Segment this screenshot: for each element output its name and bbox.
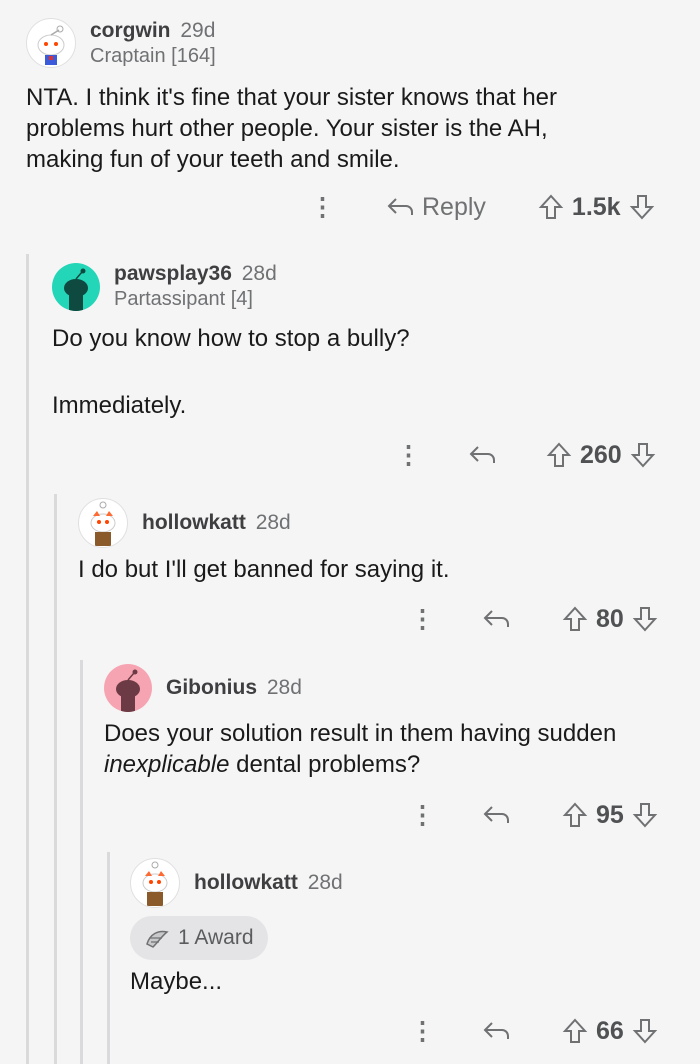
username[interactable]: corgwin [90, 19, 171, 42]
score: 260 [580, 440, 622, 469]
avatar-hollowkatt-icon[interactable] [130, 858, 180, 908]
thread-line-2 [54, 494, 57, 1064]
downvote-arrow-icon[interactable] [629, 194, 655, 220]
award-icon [146, 930, 169, 948]
user-flair: Partassipant [4] [114, 288, 253, 310]
comment-pawsplay36: pawsplay36 28d Partassipant [4] Do you k… [52, 262, 672, 421]
body-line: problems hurt other people. Your sister … [26, 115, 548, 142]
upvote-arrow-icon[interactable] [546, 442, 572, 468]
comment-age: 29d [180, 18, 216, 42]
comment-actions: ⋮ 95 [410, 800, 658, 830]
username[interactable]: Gibonius [166, 676, 257, 699]
upvote-arrow-icon[interactable] [562, 606, 588, 632]
upvote-arrow-icon[interactable] [562, 1018, 588, 1044]
more-icon[interactable]: ⋮ [310, 192, 335, 222]
username[interactable]: pawsplay36 [114, 262, 232, 285]
username[interactable]: hollowkatt [194, 871, 298, 894]
thread-line-1 [26, 254, 29, 1064]
score: 80 [596, 604, 624, 633]
score: 66 [596, 1016, 624, 1045]
reply-arrow-icon[interactable] [482, 608, 510, 630]
body-line: I do but I'll get banned for saying it. [78, 556, 450, 583]
reply-button[interactable]: Reply [386, 193, 486, 222]
award-count: 1 Award [178, 926, 254, 949]
vote-group: 1.5k [538, 193, 655, 222]
user-flair: Craptain [164] [90, 44, 216, 67]
username[interactable]: hollowkatt [142, 511, 246, 534]
body-line: inexplicable dental problems? [104, 749, 684, 780]
body-line: Immediately. [52, 392, 187, 419]
comment-body: Does your solution result in them having… [104, 718, 684, 780]
more-icon[interactable]: ⋮ [410, 1016, 435, 1046]
thread-line-3 [80, 660, 83, 1064]
vote-group: 260 [546, 441, 656, 470]
body-after: dental problems? [229, 751, 421, 778]
vote-group: 66 [562, 1017, 658, 1046]
upvote-arrow-icon[interactable] [562, 802, 588, 828]
reply-label: Reply [422, 192, 486, 221]
avatar-pawsplay36-icon[interactable] [52, 262, 100, 311]
comment-hollowkatt: hollowkatt 28d I do but I'll get banned … [78, 498, 678, 585]
comment-age: 28d [307, 871, 343, 894]
comment-actions: ⋮ 66 [410, 1016, 658, 1046]
comment-age: 28d [241, 262, 277, 285]
body-line: Does your solution result in them having… [104, 720, 617, 747]
downvote-arrow-icon[interactable] [630, 442, 656, 468]
downvote-arrow-icon[interactable] [632, 802, 658, 828]
score: 1.5k [571, 192, 621, 221]
comment-corgwin: corgwin 29d Craptain [164] NTA. I think … [26, 18, 686, 175]
comment-body: NTA. I think it's fine that your sister … [26, 82, 686, 175]
score: 95 [596, 800, 624, 829]
comment-hollowkatt-2: hollowkatt 28d 1 Award Maybe... [130, 858, 343, 997]
body-line: Do you know how to stop a bully? [52, 325, 410, 352]
body-line [52, 354, 672, 385]
comment-age: 28d [266, 676, 302, 699]
more-icon[interactable]: ⋮ [396, 440, 421, 470]
downvote-arrow-icon[interactable] [632, 606, 658, 632]
more-icon[interactable]: ⋮ [410, 604, 435, 634]
comment-body: Do you know how to stop a bully? Immedia… [52, 323, 672, 421]
award-pill[interactable]: 1 Award [130, 916, 268, 960]
reply-arrow-icon[interactable] [482, 804, 510, 826]
comment-actions: ⋮ 80 [410, 604, 658, 634]
upvote-arrow-icon[interactable] [538, 194, 564, 220]
comment-actions: ⋮ Reply 1.5k [310, 192, 655, 222]
avatar-hollowkatt-icon[interactable] [78, 498, 128, 548]
downvote-arrow-icon[interactable] [632, 1018, 658, 1044]
thread-line-4 [107, 852, 110, 1064]
body-line: NTA. I think it's fine that your sister … [26, 84, 558, 111]
reply-arrow-icon[interactable] [482, 1020, 510, 1042]
comment-body: Maybe... [130, 966, 343, 997]
reply-arrow-icon[interactable] [468, 444, 496, 466]
reply-arrow-icon [387, 198, 413, 215]
body-line: Maybe... [130, 968, 223, 995]
avatar-gibonius-icon[interactable] [104, 664, 152, 712]
vote-group: 95 [562, 801, 658, 830]
comment-actions: ⋮ 260 [396, 440, 656, 470]
vote-group: 80 [562, 605, 658, 634]
comment-gibonius: Gibonius 28d Does your solution result i… [104, 664, 684, 780]
body-line: making fun of your teeth and smile. [26, 146, 400, 173]
comment-body: I do but I'll get banned for saying it. [78, 554, 678, 585]
more-icon[interactable]: ⋮ [410, 800, 435, 830]
italic-text: inexplicable [104, 751, 230, 778]
avatar-corgwin-icon[interactable] [26, 18, 76, 68]
comment-age: 28d [255, 511, 291, 534]
